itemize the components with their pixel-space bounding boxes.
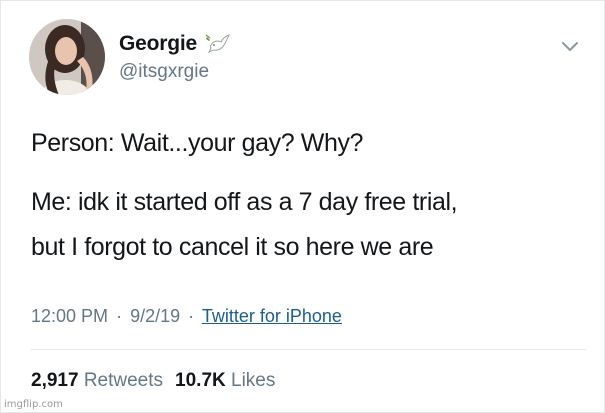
- retweets-count: 2,917: [31, 370, 79, 391]
- likes-stat[interactable]: 10.7K Likes: [175, 370, 275, 391]
- avatar[interactable]: [29, 19, 105, 95]
- watermark: imgflip.com: [4, 399, 63, 410]
- tweet-text-line-2: Me: idk it started off as a 7 day free t…: [31, 188, 458, 216]
- avatar-photo: [29, 19, 105, 95]
- tweet-source-link[interactable]: Twitter for iPhone: [202, 306, 342, 326]
- likes-label: Likes: [231, 370, 276, 391]
- tweet-stats: 2,917 Retweets 10.7K Likes: [31, 370, 275, 392]
- likes-count: 10.7K: [175, 370, 226, 391]
- tweet-meta: 12:00 PM · 9/2/19 · Twitter for iPhone: [31, 306, 342, 327]
- dove-icon: [205, 34, 230, 54]
- tweet-date[interactable]: 9/2/19: [130, 306, 180, 326]
- tweet-text-line-1: Person: Wait...your gay? Why?: [31, 129, 364, 157]
- tweet-card: Georgie @itsgxrgie Person: Wait...your g…: [0, 0, 605, 413]
- meta-separator: ·: [188, 306, 195, 326]
- tweet-time[interactable]: 12:00 PM: [31, 306, 108, 326]
- retweets-label: Retweets: [83, 370, 164, 391]
- author-handle[interactable]: @itsgxrgie: [119, 61, 209, 83]
- author-name-row[interactable]: Georgie: [119, 31, 230, 57]
- tweet-text-line-3: but I forgot to cancel it so here we are: [31, 233, 434, 261]
- divider: [31, 349, 586, 350]
- retweets-stat[interactable]: 2,917 Retweets: [31, 370, 163, 391]
- author-display-name[interactable]: Georgie: [119, 32, 197, 56]
- meta-separator: ·: [116, 306, 123, 326]
- chevron-down-icon[interactable]: [559, 37, 581, 55]
